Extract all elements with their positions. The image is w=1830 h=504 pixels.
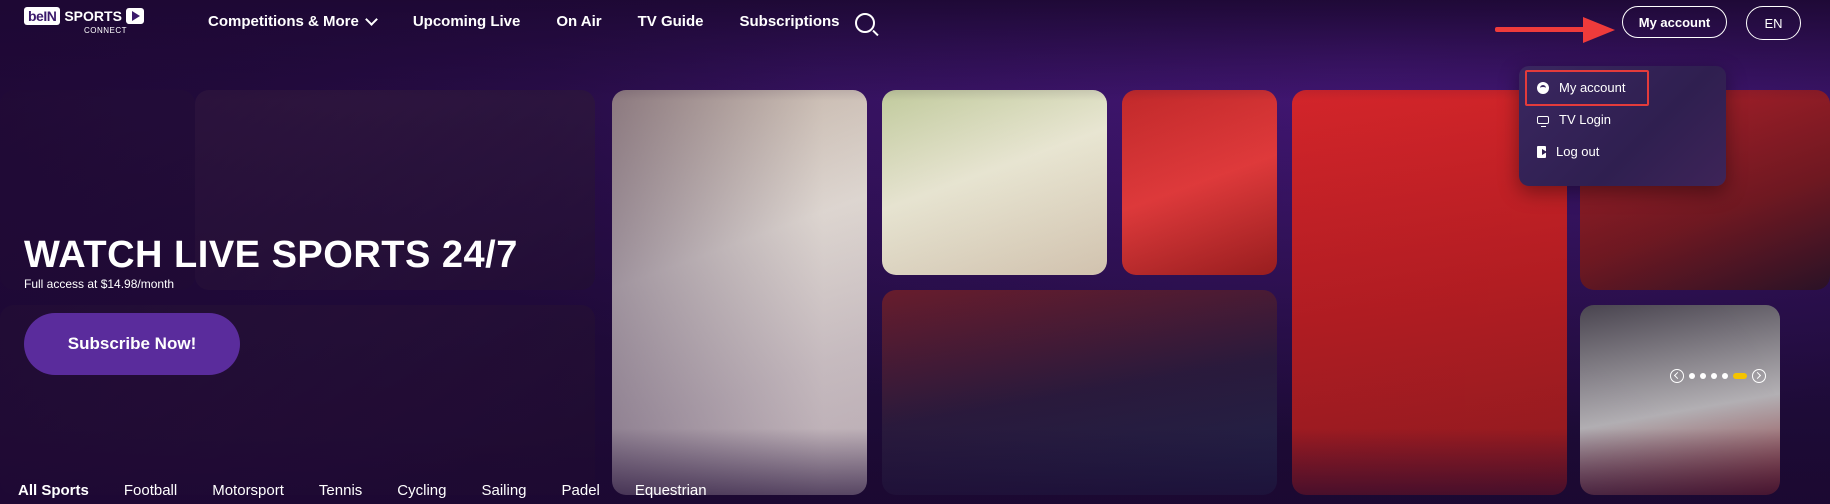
site-header: beIN SPORTS CONNECT Competitions & More … — [0, 0, 1830, 46]
tab-equestrian[interactable]: Equestrian — [635, 482, 707, 499]
logo-subtext: CONNECT — [84, 26, 128, 35]
chevron-down-icon — [364, 13, 378, 26]
hero-title: WATCH LIVE SPORTS 24/7 — [24, 234, 518, 276]
carousel-dot-active[interactable] — [1733, 373, 1747, 379]
nav-item-label: Subscriptions — [739, 13, 840, 30]
sports-tabs: All Sports Football Motorsport Tennis Cy… — [18, 482, 742, 499]
play-icon — [125, 8, 144, 24]
tab-padel[interactable]: Padel — [562, 482, 600, 499]
tab-all-sports[interactable]: All Sports — [18, 482, 89, 499]
menu-item-my-account[interactable]: My account — [1537, 80, 1625, 95]
language-button[interactable]: EN — [1746, 6, 1801, 40]
nav-item-subscriptions[interactable]: Subscriptions — [739, 13, 839, 30]
logout-icon — [1537, 145, 1547, 158]
user-circle-icon — [1537, 81, 1549, 94]
menu-item-label: TV Login — [1559, 112, 1612, 127]
nav-item-label: Upcoming Live — [412, 13, 521, 30]
tab-football[interactable]: Football — [124, 482, 177, 499]
nav-item-label: TV Guide — [637, 13, 704, 30]
carousel-dot[interactable] — [1700, 373, 1706, 379]
chevron-left-icon[interactable] — [1670, 369, 1684, 383]
search-icon[interactable] — [855, 13, 875, 33]
hero-subtitle: Full access at $14.98/month — [24, 277, 175, 291]
logo-text: SPORTS — [64, 8, 122, 24]
my-account-button[interactable]: My account — [1622, 6, 1727, 38]
main-nav: Competitions & More Upcoming Live On Air… — [208, 13, 840, 30]
menu-item-label: Log out — [1556, 144, 1600, 159]
nav-item-label: On Air — [556, 13, 602, 30]
menu-item-log-out[interactable]: Log out — [1537, 144, 1599, 159]
nav-item-label: Competitions & More — [208, 13, 359, 30]
tv-icon — [1537, 115, 1549, 127]
carousel-dot[interactable] — [1711, 373, 1717, 379]
carousel-dot[interactable] — [1722, 373, 1728, 379]
bein-sports-logo[interactable]: beIN SPORTS CONNECT — [24, 7, 156, 41]
carousel-dot[interactable] — [1689, 373, 1695, 379]
tab-tennis[interactable]: Tennis — [319, 482, 362, 499]
nav-item-on-air[interactable]: On Air — [556, 13, 601, 30]
tab-sailing[interactable]: Sailing — [481, 482, 526, 499]
menu-item-tv-login[interactable]: TV Login — [1537, 112, 1611, 127]
carousel-controls — [1670, 369, 1766, 383]
tab-motorsport[interactable]: Motorsport — [212, 482, 284, 499]
menu-item-label: My account — [1559, 80, 1626, 95]
account-dropdown-menu: My account TV Login Log out — [1519, 66, 1726, 186]
chevron-right-icon[interactable] — [1752, 369, 1766, 383]
nav-item-tv-guide[interactable]: TV Guide — [638, 13, 704, 30]
subscribe-now-button[interactable]: Subscribe Now! — [24, 313, 240, 375]
nav-item-competitions[interactable]: Competitions & More — [208, 13, 378, 30]
tab-cycling[interactable]: Cycling — [397, 482, 446, 499]
logo-text: beIN — [24, 7, 61, 25]
annotation-arrow-icon — [1495, 17, 1615, 43]
nav-item-upcoming-live[interactable]: Upcoming Live — [413, 13, 521, 30]
